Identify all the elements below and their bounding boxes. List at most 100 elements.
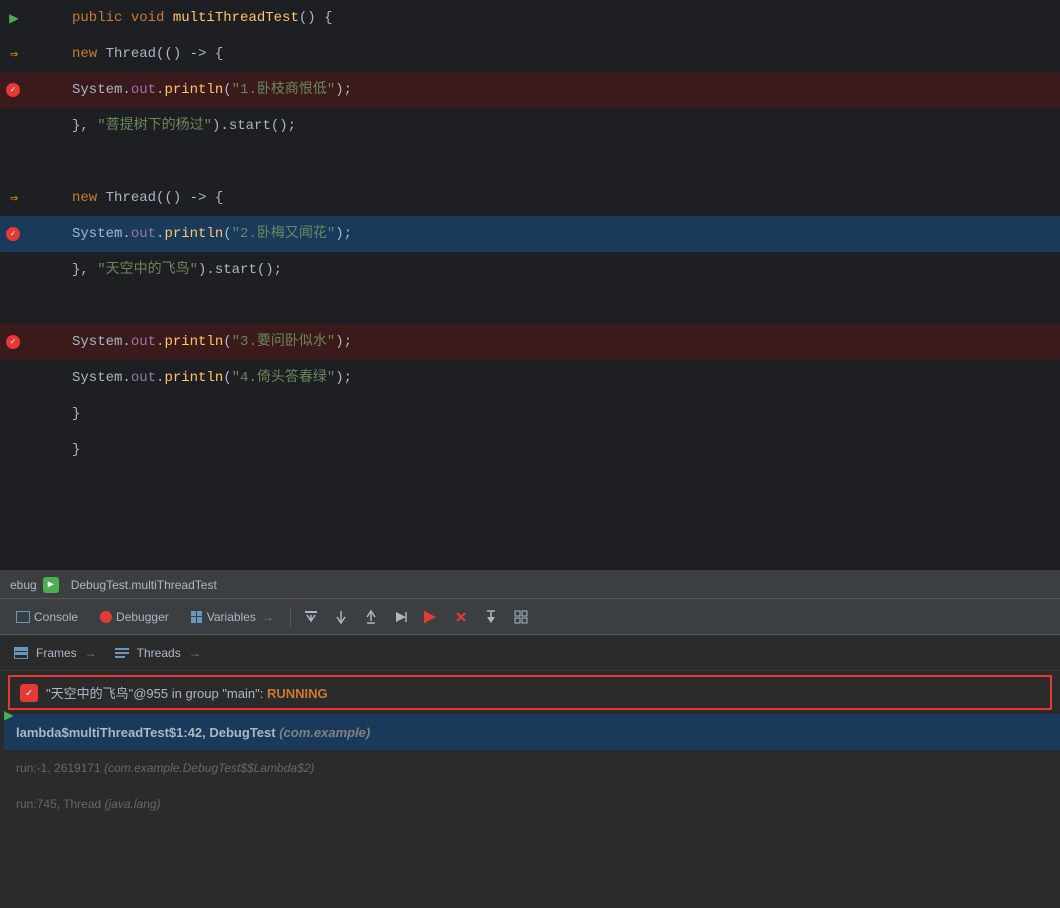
- debugger-tab-icon: [100, 611, 112, 623]
- tab-variables[interactable]: Variables →: [181, 603, 284, 631]
- code-content: System.out.println("1.卧枝商恨低");: [60, 72, 1060, 108]
- code-line-error: ✓ System.out.println("3.要问卧似水");: [0, 324, 1060, 360]
- method-call: println: [164, 226, 223, 242]
- keyword: void: [131, 10, 173, 26]
- line-gutter: [0, 432, 60, 468]
- code-line: ▶ public void multiThreadTest() {: [0, 0, 1060, 36]
- frames-label: Frames: [36, 646, 77, 660]
- threads-button[interactable]: Threads →: [107, 640, 209, 666]
- code-content: System.out.println("4.倚头答春绿");: [60, 360, 1060, 396]
- stack-frame-text: run:745, Thread (java.lang): [16, 797, 161, 811]
- console-tab-label: Console: [34, 610, 78, 624]
- grid-view-button[interactable]: [507, 603, 535, 631]
- step-over-button[interactable]: [297, 603, 325, 631]
- threads-arrow: →: [189, 646, 201, 660]
- code-content: }: [60, 396, 1060, 432]
- breakpoint-icon: ✓: [6, 83, 20, 97]
- code-text: System.: [72, 82, 131, 98]
- thread-running-item[interactable]: ✓ "天空中的飞鸟"@955 in group "main": RUNNING: [8, 675, 1052, 710]
- code-content: public void multiThreadTest() {: [60, 0, 1060, 36]
- stack-frame-item[interactable]: run:745, Thread (java.lang): [0, 786, 1060, 822]
- line-gutter: [0, 504, 60, 540]
- debug-run-icon: ▶: [43, 577, 59, 593]
- threads-label: Threads: [137, 646, 181, 660]
- run-to-cursor-button[interactable]: [387, 603, 415, 631]
- keyword: new: [72, 190, 106, 206]
- method-call: println: [164, 334, 223, 350]
- line-gutter: ⇒: [0, 36, 60, 72]
- step-over-icon: [303, 609, 319, 625]
- code-editor: ▶ public void multiThreadTest() { ⇒ new …: [0, 0, 1060, 570]
- stack-frame-item[interactable]: lambda$multiThreadTest$1:42, DebugTest (…: [0, 714, 1060, 750]
- line-gutter: ✓: [0, 72, 60, 108]
- frames-threads-bar: Frames → Threads →: [0, 635, 1060, 671]
- method-call: println: [164, 370, 223, 386]
- line-gutter: ⇒: [0, 180, 60, 216]
- step-into-icon: [333, 609, 349, 625]
- debug-header-bar: ebug ▶ DebugTest.multiThreadTest: [0, 571, 1060, 599]
- code-line: [0, 144, 1060, 180]
- variables-tab-label: Variables: [207, 610, 256, 624]
- line-gutter: [0, 288, 60, 324]
- code-text: System.: [72, 370, 131, 386]
- code-text: System.: [72, 226, 131, 242]
- code-text: },: [72, 262, 97, 278]
- code-content: }, "天空中的飞鸟").start();: [60, 252, 1060, 288]
- line-gutter: ✓: [0, 216, 60, 252]
- thread-running-text: "天空中的飞鸟"@955 in group "main": RUNNING: [46, 683, 328, 702]
- code-line-highlighted: ✓ System.out.println("2.卧梅又闻花");: [0, 216, 1060, 252]
- frames-icon: [14, 647, 28, 659]
- string-literal: "菩提树下的杨过": [97, 118, 212, 134]
- step-into-my-code-icon: [483, 609, 499, 625]
- code-content: System.out.println("2.卧梅又闻花");: [60, 216, 1060, 252]
- line-gutter: [0, 360, 60, 396]
- thread-text-before: "天空中的飞鸟"@955 in group "main":: [46, 686, 267, 701]
- step-into-button[interactable]: [327, 603, 355, 631]
- grid-view-icon: [513, 609, 529, 625]
- variables-tab-icon: [191, 611, 203, 623]
- stack-frames-list: lambda$multiThreadTest$1:42, DebugTest (…: [0, 714, 1060, 822]
- stop-icon: [453, 609, 469, 625]
- breakpoint-arrow-icon: ⇒: [6, 46, 22, 62]
- code-text: (: [223, 370, 231, 386]
- code-line: [0, 288, 1060, 324]
- frames-arrow: →: [85, 646, 97, 660]
- breakpoint-arrow-icon: ⇒: [6, 190, 22, 206]
- stop-button[interactable]: [447, 603, 475, 631]
- field: out: [131, 226, 156, 242]
- code-text: (: [223, 334, 231, 350]
- code-text: (: [223, 82, 231, 98]
- resume-button[interactable]: [417, 603, 445, 631]
- code-line: }, "菩提树下的杨过").start();: [0, 108, 1060, 144]
- debugger-tab-label: Debugger: [116, 610, 169, 624]
- step-out-button[interactable]: [357, 603, 385, 631]
- tab-console[interactable]: Console: [6, 603, 88, 631]
- code-lines: ▶ public void multiThreadTest() { ⇒ new …: [0, 0, 1060, 570]
- step-out-icon: [363, 609, 379, 625]
- toolbar-separator: [290, 607, 291, 627]
- code-text: }: [72, 406, 80, 422]
- line-gutter: [0, 252, 60, 288]
- string-literal: "2.卧梅又闻花": [232, 226, 336, 242]
- code-content: }, "菩提树下的杨过").start();: [60, 108, 1060, 144]
- string-literal: "3.要问卧似水": [232, 334, 336, 350]
- keyword: new: [72, 46, 106, 62]
- tab-debugger[interactable]: Debugger: [90, 603, 179, 631]
- step-into-my-code-button[interactable]: [477, 603, 505, 631]
- code-text: (: [223, 226, 231, 242]
- frames-button[interactable]: Frames →: [6, 640, 105, 666]
- code-text: );: [335, 82, 352, 98]
- execution-arrow-icon: ▶: [6, 10, 22, 26]
- line-gutter: [0, 396, 60, 432]
- code-content: new Thread(() -> {: [60, 36, 1060, 72]
- code-line: }: [0, 396, 1060, 432]
- code-content: new Thread(() -> {: [60, 180, 1060, 216]
- stack-frame-item[interactable]: run:-1, 2619171 (com.example.DebugTest$$…: [0, 750, 1060, 786]
- variables-arrow: →: [262, 610, 274, 624]
- code-text: Thread(() -> {: [106, 190, 224, 206]
- code-text: ).start();: [198, 262, 282, 278]
- line-gutter: ▶: [0, 0, 60, 36]
- breakpoint-icon: ✓: [6, 335, 20, 349]
- keyword: public: [72, 10, 131, 26]
- stack-frame-text: run:-1, 2619171 (com.example.DebugTest$$…: [16, 761, 314, 775]
